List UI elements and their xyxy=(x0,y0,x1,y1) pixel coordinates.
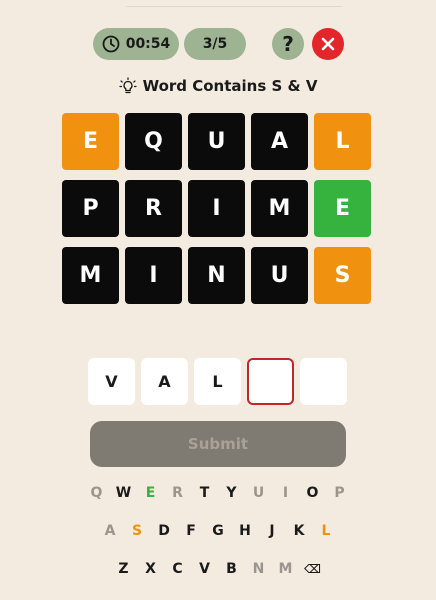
lightbulb-icon xyxy=(118,77,137,94)
key-g[interactable]: G xyxy=(205,521,232,541)
board-tile: Q xyxy=(125,113,182,170)
key-f[interactable]: F xyxy=(178,521,205,541)
board-tile: E xyxy=(62,113,119,170)
key-q[interactable]: Q xyxy=(83,483,110,503)
board-tile: R xyxy=(125,180,182,237)
hint-text: Word Contains S & V xyxy=(142,77,318,95)
key-j[interactable]: J xyxy=(259,521,286,541)
board-tile: I xyxy=(188,180,245,237)
key-z[interactable]: Z xyxy=(110,559,137,579)
answer-slot[interactable] xyxy=(300,358,347,405)
board-tile: U xyxy=(188,113,245,170)
board-tile: A xyxy=(251,113,308,170)
keyboard-row-2: ASDFGHJKL xyxy=(0,521,436,541)
round-counter-text: 3/5 xyxy=(202,36,228,52)
key-h[interactable]: H xyxy=(232,521,259,541)
board-tile: S xyxy=(314,247,371,304)
key-t[interactable]: T xyxy=(191,483,218,503)
key-w[interactable]: W xyxy=(110,483,137,503)
key-a[interactable]: A xyxy=(97,521,124,541)
board-grid: EQUALPRIMEMINUS xyxy=(62,113,371,304)
key-b[interactable]: B xyxy=(218,559,245,579)
key-k[interactable]: K xyxy=(286,521,313,541)
help-button[interactable]: ? xyxy=(272,28,304,60)
board-tile: N xyxy=(188,247,245,304)
key-s[interactable]: S xyxy=(124,521,151,541)
board-tile: E xyxy=(314,180,371,237)
close-button[interactable] xyxy=(312,28,344,60)
answer-slot[interactable]: L xyxy=(194,358,241,405)
key-p[interactable]: P xyxy=(326,483,353,503)
round-counter: 3/5 xyxy=(184,28,246,60)
board-tile: I xyxy=(125,247,182,304)
key-u[interactable]: U xyxy=(245,483,272,503)
answer-row: VAL xyxy=(88,358,347,405)
key-r[interactable]: R xyxy=(164,483,191,503)
help-icon: ? xyxy=(282,32,294,56)
timer-text: 00:54 xyxy=(125,36,171,52)
key-y[interactable]: Y xyxy=(218,483,245,503)
answer-slot[interactable]: V xyxy=(88,358,135,405)
clock-icon xyxy=(102,35,120,53)
answer-slot[interactable]: A xyxy=(141,358,188,405)
key-e[interactable]: E xyxy=(137,483,164,503)
board-tile: M xyxy=(251,180,308,237)
key-n[interactable]: N xyxy=(245,559,272,579)
keyboard-row-1: QWERTYUIOP xyxy=(0,483,436,503)
key-m[interactable]: M xyxy=(272,559,299,579)
hint-bar: Word Contains S & V xyxy=(0,76,436,96)
key-c[interactable]: C xyxy=(164,559,191,579)
top-bar: 00:54 3/5 ? xyxy=(0,28,436,60)
backspace-key[interactable]: ⌫ xyxy=(299,559,326,579)
board-tile: P xyxy=(62,180,119,237)
keyboard-row-3: Z X C V B N M ⌫ xyxy=(0,559,436,579)
board-tile: M xyxy=(62,247,119,304)
timer-pill: 00:54 xyxy=(93,28,179,60)
submit-button[interactable]: Submit xyxy=(90,421,346,467)
key-l[interactable]: L xyxy=(313,521,340,541)
key-d[interactable]: D xyxy=(151,521,178,541)
close-icon xyxy=(321,37,335,51)
board-tile: U xyxy=(251,247,308,304)
top-divider xyxy=(126,6,342,7)
key-v[interactable]: V xyxy=(191,559,218,579)
key-i[interactable]: I xyxy=(272,483,299,503)
answer-slot[interactable] xyxy=(247,358,294,405)
board-tile: L xyxy=(314,113,371,170)
key-x[interactable]: X xyxy=(137,559,164,579)
key-o[interactable]: O xyxy=(299,483,326,503)
